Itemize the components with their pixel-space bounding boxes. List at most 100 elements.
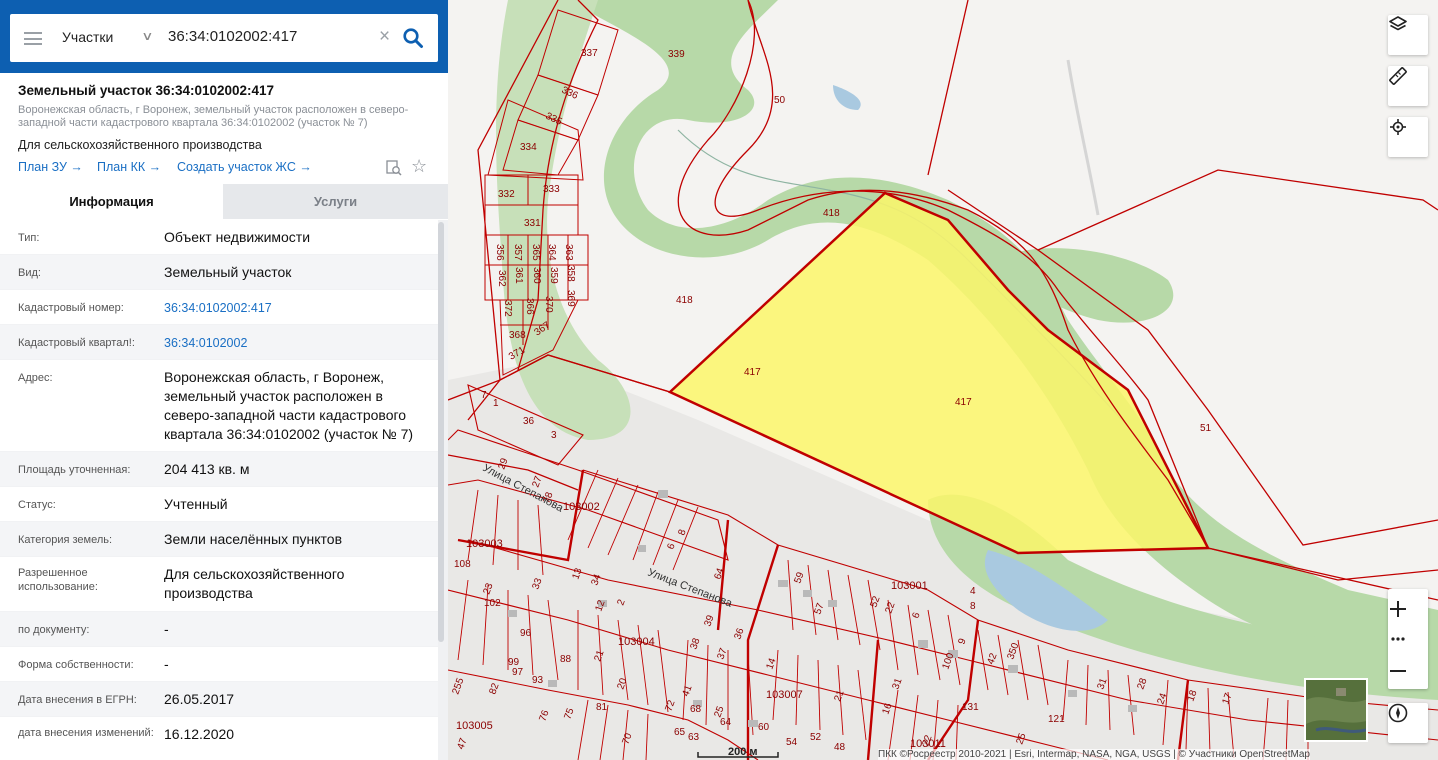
zoom-out-icon[interactable] [1388,661,1408,681]
map-label: 366 [524,298,535,315]
map-label: 1 [493,398,499,409]
map-label: 361 [513,267,524,284]
plan-kk-link[interactable]: План КК → [97,160,161,174]
map-label: 370 [543,296,554,313]
info-value: 16.12.2020 [164,726,235,742]
info-row: Кадастровый квартал!: 36:34:0102002 [0,325,438,360]
basemap-switcher[interactable] [1304,678,1368,742]
map-label: 103005 [456,720,493,732]
map-label: 60 [758,722,770,733]
map-label: 337 [581,48,598,59]
info-label: Форма собственности: [18,659,134,671]
info-value: Земли населённых пунктов [164,531,343,547]
map-label: 50 [774,95,786,106]
tab-services[interactable]: Услуги [223,184,448,219]
info-label: дата внесения изменений: [18,727,154,739]
info-value: Земельный участок [164,264,292,280]
map-label: 331 [524,218,541,229]
info-label: по документу: [18,624,90,636]
cadastral-map[interactable]: 337 339 336 335 334 332 333 331 363 364 … [448,0,1438,760]
info-value: 204 413 кв. м [164,461,250,477]
map-label: 108 [454,559,471,570]
map-label: 360 [531,267,542,284]
info-label: Категория земель: [18,534,113,546]
map-label: 365 [530,244,541,261]
compass-button[interactable] [1388,703,1428,743]
info-value: Воронежская область, г Воронеж, земельны… [164,369,414,442]
map-label: 121 [1048,714,1065,725]
map-label: 103002 [563,501,600,513]
info-label: Разрешенное использование: [18,567,98,593]
map-canvas[interactable]: 337 339 336 335 334 332 333 331 363 364 … [448,0,1438,760]
map-label: 418 [676,295,693,306]
map-label: 102 [484,598,501,609]
plan-zu-link[interactable]: План ЗУ → [18,160,83,174]
map-label: 103003 [466,538,503,550]
map-label: 417 [955,397,972,408]
info-row: Вид: Земельный участок [0,255,438,290]
info-value: Учтенный [164,496,228,512]
menu-icon[interactable] [24,32,42,45]
zoom-in-icon[interactable] [1388,599,1408,619]
satellite-thumbnail [1306,680,1366,740]
info-label: Вид: [18,267,41,279]
info-row: Тип: Объект недвижимости [0,220,438,255]
tab-info[interactable]: Информация [0,184,223,219]
map-label: 418 [823,208,840,219]
map-label: 368 [509,330,526,341]
locate-icon [1390,119,1406,135]
info-row: Категория земель: Земли населённых пункто… [0,522,438,557]
info-value-link[interactable]: 36:34:0102002:417 [164,299,434,318]
map-label: 372 [502,300,513,317]
measure-button[interactable] [1388,66,1428,106]
map-label: 362 [496,270,507,287]
info-label: Кадастровый номер: [18,302,124,314]
map-label: 88 [560,654,572,665]
tabs: Информация Услуги [0,184,448,219]
document-search-icon[interactable] [385,159,403,177]
parcel-address: Воронежская область, г Воронеж, земельны… [18,104,409,129]
search-bar: Участки ∨ 36:34:0102002:417 × ‹ [0,0,448,73]
zoom-controls [1388,589,1428,689]
parcel-links: План ЗУ → План КК → Создать участок ЖС →… [18,156,430,178]
layers-button[interactable] [1388,15,1428,55]
search-icon[interactable] [402,27,424,49]
map-label: 96 [520,628,532,639]
clear-icon[interactable]: × [379,26,390,48]
scale-label: 200 м [728,746,758,758]
compass-icon [1388,703,1408,723]
map-label: 357 [512,244,523,261]
info-label: Дата внесения в ЕГРН: [18,694,137,706]
info-row: Площадь уточненная: 204 413 кв. м [0,452,438,487]
map-label: 332 [498,189,515,200]
map-label: 97 [512,667,524,678]
map-label: 334 [520,142,537,153]
map-label: 51 [1200,423,1212,434]
search-input[interactable]: 36:34:0102002:417 [168,28,297,45]
search-type-select[interactable]: Участки [62,29,113,45]
map-label: 8 [970,601,976,612]
parcel-purpose: Для сельскохозяйственного производства [18,138,262,152]
create-parcel-link[interactable]: Создать участок ЖС → [177,160,312,174]
info-value: Объект недвижимости [164,229,311,245]
info-row: Дата внесения в ЕГРН: 26.05.2017 [0,682,438,717]
map-label: 93 [532,675,544,686]
star-icon[interactable]: ☆ [411,156,427,177]
info-value: - [164,621,169,637]
info-value: 26.05.2017 [164,691,235,707]
more-icon[interactable] [1388,629,1408,649]
map-label: 131 [962,702,979,713]
map-label: 68 [690,704,702,715]
info-row: по документу: - [0,612,438,647]
scrollbar-thumb[interactable] [438,222,444,642]
info-row: Форма собственности: - [0,647,438,682]
info-value-link[interactable]: 36:34:0102002 [164,334,434,353]
info-row: Статус: Учтенный [0,487,438,522]
search-box[interactable]: Участки ∨ 36:34:0102002:417 × [10,14,438,62]
parcel-title: Земельный участок 36:34:0102002:417 [18,83,275,98]
chevron-down-icon[interactable]: ∨ [141,29,153,43]
map-label: 36 [523,416,535,427]
map-label: 358 [565,265,576,282]
info-row: дата внесения изменений: 16.12.2020 [0,717,438,760]
locate-button[interactable] [1388,117,1428,157]
